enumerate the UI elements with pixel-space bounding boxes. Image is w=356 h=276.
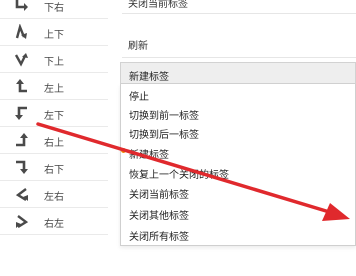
dropdown-option-label: 切换到后一标签 [129, 130, 199, 141]
left-right-gesture-icon [14, 186, 30, 202]
gesture-row[interactable]: 下上 [0, 46, 108, 73]
gesture-list: 下右 上下 下上 左上 左下 右上 右下 左右 右左 [0, 0, 108, 276]
gesture-label: 右下 [44, 165, 64, 176]
gesture-row[interactable]: 左右 [0, 181, 108, 208]
gesture-label: 下右 [44, 3, 64, 14]
dropdown-option-label: 停止 [129, 92, 149, 103]
left-up-gesture-icon [14, 78, 30, 94]
dropdown-option[interactable]: 关闭其他标签 [121, 205, 355, 222]
gesture-row[interactable]: 右下 [0, 154, 108, 181]
gesture-row[interactable]: 左下 [0, 100, 108, 127]
gesture-row[interactable]: 左上 [0, 73, 108, 100]
action-row[interactable]: 刷新 [122, 30, 356, 58]
action-select-menu: 停止 切换到前一标签 切换到后一标签 新建标签 恢复上一个关闭的标签 关闭当前标… [120, 84, 356, 246]
dropdown-option[interactable]: 恢复上一个关闭的标签 [121, 164, 355, 181]
down-up-gesture-icon [14, 51, 30, 67]
dropdown-option-label: 新建标签 [129, 150, 169, 161]
gesture-row[interactable]: 右上 [0, 127, 108, 154]
dropdown-option-current[interactable]: 新建标签 [121, 144, 355, 161]
action-select[interactable]: 新建标签 [120, 62, 356, 84]
dropdown-option-label: 关闭当前标签 [129, 190, 189, 201]
up-down-gesture-icon [14, 24, 30, 40]
gesture-row[interactable]: 下右 [0, 0, 108, 19]
dropdown-option-label: 关闭其他标签 [129, 211, 189, 222]
gesture-label: 下上 [44, 57, 64, 68]
right-down-gesture-icon [14, 159, 30, 175]
action-label: 刷新 [128, 41, 148, 52]
gesture-label: 右上 [44, 138, 64, 149]
gesture-row[interactable]: 右左 [0, 208, 108, 235]
dropdown-option[interactable]: 切换到后一标签 [121, 124, 355, 141]
down-right-gesture-icon [14, 0, 30, 13]
right-up-gesture-icon [14, 132, 30, 148]
action-label: 关闭当前标签 [128, 0, 188, 10]
dropdown-option[interactable]: 切换到前一标签 [121, 105, 355, 122]
dropdown-option-label: 恢复上一个关闭的标签 [129, 170, 229, 181]
gesture-label: 右左 [44, 219, 64, 230]
gesture-label: 上下 [44, 30, 64, 41]
gesture-row[interactable]: 上下 [0, 19, 108, 46]
dropdown-option[interactable]: 关闭当前标签 [121, 184, 355, 201]
action-row[interactable]: 关闭当前标签 [122, 0, 356, 14]
left-down-gesture-icon [14, 105, 30, 121]
selected-marker-icon [121, 148, 126, 153]
gesture-label: 左上 [44, 84, 64, 95]
action-select-value: 新建标签 [129, 72, 169, 83]
dropdown-option[interactable]: 停止 [121, 86, 355, 103]
dropdown-option-label: 切换到前一标签 [129, 111, 199, 122]
dropdown-option[interactable]: 关闭所有标签 [121, 226, 355, 243]
right-left-gesture-icon [14, 213, 30, 229]
dropdown-option-label: 关闭所有标签 [129, 232, 189, 243]
gesture-label: 左右 [44, 192, 64, 203]
gesture-label: 左下 [44, 111, 64, 122]
